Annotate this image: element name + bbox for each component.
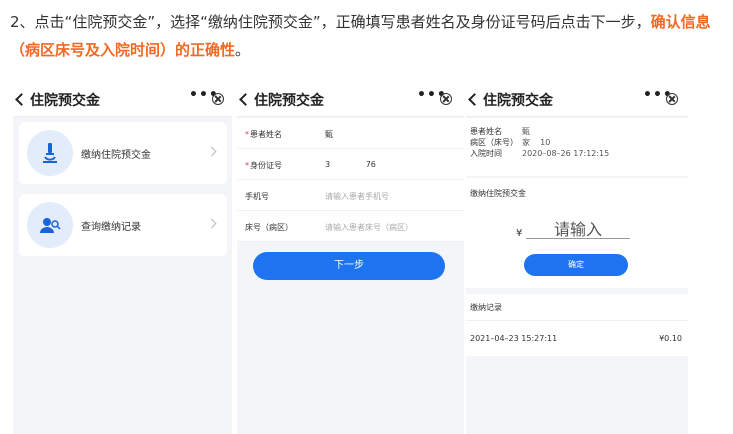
patient-form: *患者姓名 甄 *身份证号 3 76 手机号 请输入患者手机号 床号（病区） 请… (237, 118, 464, 242)
chevron-right-icon (206, 218, 217, 229)
microscope-icon (27, 130, 73, 176)
required-mark: * (245, 161, 249, 170)
field-id-number[interactable]: *身份证号 3 76 (237, 149, 464, 180)
currency-symbol: ¥ (516, 228, 523, 239)
user-search-icon (27, 202, 73, 248)
screen-confirm: 住院预交金 ••• 患者姓名甄 病区（床号）家 10 入院时间 2020–08–2… (466, 84, 688, 434)
chevron-left-icon (468, 93, 481, 106)
page-title: 住院预交金 (483, 93, 553, 109)
records-title: 缴纳记录 (470, 303, 502, 312)
divider (466, 320, 688, 321)
menu-item-pay-deposit[interactable]: 缴纳住院预交金 (19, 122, 227, 184)
menu-label: 缴纳住院预交金 (81, 150, 151, 161)
chevron-right-icon (206, 146, 217, 157)
top-bar: 住院预交金 ••• (466, 84, 688, 117)
chevron-left-icon (239, 93, 252, 106)
phone-input[interactable]: 请输入患者手机号 (325, 191, 389, 202)
top-bar: 住院预交金 ••• (13, 84, 232, 117)
field-phone[interactable]: 手机号 请输入患者手机号 (237, 180, 464, 211)
next-button[interactable]: 下一步 (253, 252, 445, 280)
confirm-button[interactable]: 确定 (524, 254, 628, 276)
screen-form: 住院预交金 ••• *患者姓名 甄 *身份证号 3 76 手机号 请输入患者手机… (237, 84, 464, 434)
record-amount: ¥0.10 (659, 334, 682, 343)
required-mark: * (245, 130, 249, 139)
close-icon[interactable] (666, 93, 678, 105)
menu-label: 查询缴纳记录 (81, 222, 141, 233)
instruction-text: 2、点击“住院预交金”，选择“缴纳住院预交金”，正确填写患者姓名及身份证号码后点… (10, 13, 711, 59)
chevron-left-icon (15, 93, 28, 106)
bed-input[interactable]: 请输入患者床号（病区） (325, 222, 413, 233)
back-button[interactable]: 住院预交金 (15, 90, 100, 110)
records-section: 缴纳记录 2021–04–23 15:27:11 ¥0.10 (466, 294, 688, 356)
top-bar: 住院预交金 ••• (237, 84, 464, 117)
id-number-input[interactable]: 3 76 (325, 160, 376, 169)
pay-title: 缴纳住院预交金 (470, 189, 526, 198)
amount-input[interactable]: 请输入 (526, 216, 630, 239)
menu-item-query-records[interactable]: 查询缴纳记录 (19, 194, 227, 256)
close-icon[interactable] (212, 93, 224, 105)
pay-section: 缴纳住院预交金 ¥ 请输入 确定 (466, 178, 688, 288)
close-icon[interactable] (440, 93, 452, 105)
patient-name-input[interactable]: 甄 (325, 129, 333, 140)
page-title: 住院预交金 (30, 93, 100, 109)
field-bed[interactable]: 床号（病区） 请输入患者床号（病区） (237, 211, 464, 242)
field-patient-name[interactable]: *患者姓名 甄 (237, 118, 464, 149)
back-button[interactable]: 住院预交金 (468, 90, 553, 110)
page-title: 住院预交金 (254, 93, 324, 109)
back-button[interactable]: 住院预交金 (239, 90, 324, 110)
record-date: 2021–04–23 15:27:11 (470, 334, 558, 343)
patient-info: 患者姓名甄 病区（床号）家 10 入院时间 2020–08–26 17:12:15 (466, 118, 688, 176)
screen-menu: 住院预交金 ••• 缴纳住院预交金 查询缴纳记录 (13, 84, 232, 434)
